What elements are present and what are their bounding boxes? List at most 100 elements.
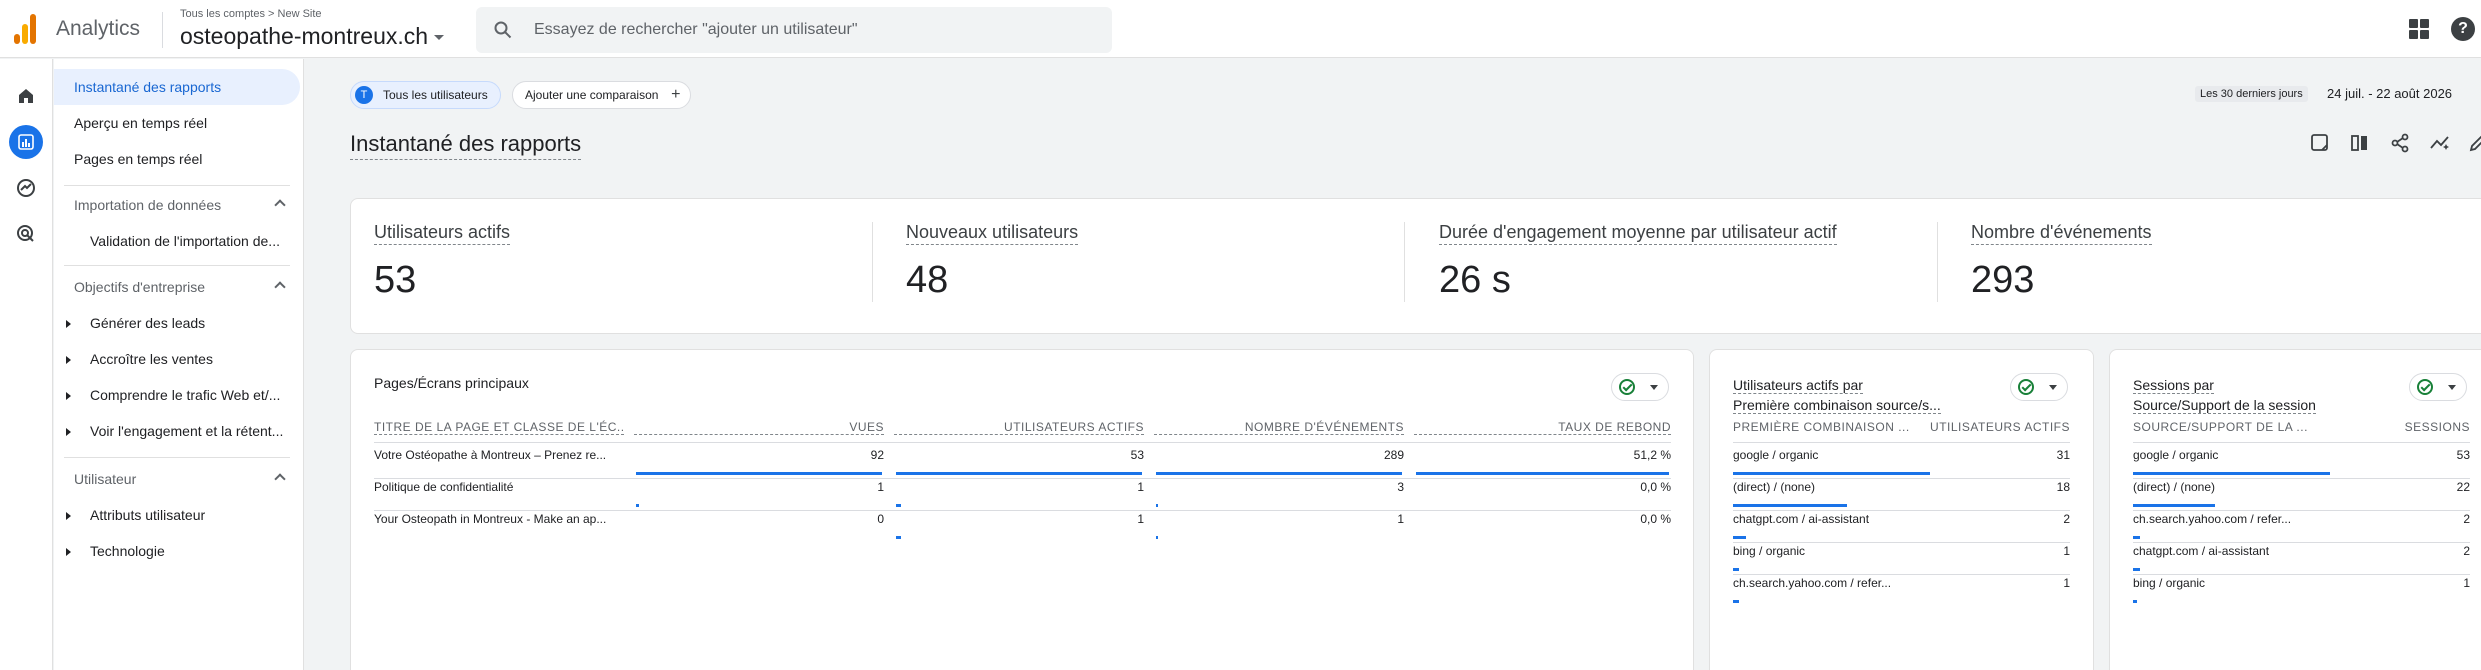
table-cell-source[interactable]: google / organic [1733,448,1913,462]
nav-section-business[interactable]: Objectifs d'entreprise [54,269,300,305]
kpi-new-users[interactable]: Nouveaux utilisateurs 48 [906,222,1079,302]
caret-down-icon [434,35,445,41]
column-header-active-users[interactable]: UTILISATEURS ACTIFS [1913,420,2070,434]
page-title: Instantané des rapports [350,131,582,160]
check-circle-icon [2018,379,2034,395]
divider [1733,542,2070,543]
table-cell-value: 92 [870,448,884,462]
table-cell-source[interactable]: google / organic [2133,448,2313,462]
value-bar [896,536,901,539]
table-cell-source[interactable]: ch.search.yahoo.com / refer... [2133,512,2313,526]
nav-label: Attributs utilisateur [90,507,206,523]
divider [64,457,290,458]
app-name: Analytics [56,17,141,40]
card-title-line: Utilisateurs actifs par [1733,377,1863,394]
date-preset-label[interactable]: Les 30 derniers jours [2195,86,2308,102]
nav-label: Accroître les ventes [90,351,213,367]
share-icon[interactable] [2389,132,2411,154]
column-header-active-users[interactable]: UTILISATEURS ACTIFS [894,420,1144,435]
table-cell-page-title[interactable]: Politique de confidentialité [374,480,624,494]
kpi-value: 53 [374,259,417,301]
search-input[interactable] [534,18,1094,42]
divider [2133,478,2470,479]
chevron-up-icon [274,473,286,485]
kpi-label: Utilisateurs actifs [374,222,511,245]
table-cell-source[interactable]: chatgpt.com / ai-assistant [2133,544,2313,558]
customize-report-icon[interactable] [2309,132,2331,154]
column-header-bounce-rate[interactable]: TAUX DE REBOND [1414,420,1671,435]
nav-section-import[interactable]: Importation de données [54,187,300,223]
kpi-card [350,198,2481,334]
kpi-active-users[interactable]: Utilisateurs actifs 53 [374,222,511,302]
table-cell-page-title[interactable]: Your Osteopath in Montreux - Make an ap.… [374,512,624,526]
card-title: Utilisateurs actifs par Première combinai… [1733,375,1941,415]
nav-reports-snapshot[interactable]: Instantané des rapports [54,69,300,105]
table-cell-value: 289 [1383,448,1404,462]
nav-realtime-pages[interactable]: Pages en temps réel [54,141,300,177]
expand-arrow-icon [66,512,71,520]
nav-user-attributes[interactable]: Attributs utilisateur [54,497,300,533]
edit-icon[interactable] [2467,132,2481,154]
value-bar [1156,472,1402,475]
explore-icon[interactable] [9,171,43,205]
date-range-selector[interactable]: 24 juil. - 22 août 2026 [2327,86,2452,101]
all-users-chip[interactable]: T Tous les utilisateurs [350,81,501,109]
compare-icon[interactable] [2349,132,2371,154]
divider [872,222,873,302]
table-cell-source[interactable]: (direct) / (none) [1733,480,1913,494]
reports-icon[interactable] [9,125,43,159]
table-cell-value: 31 [2056,448,2070,462]
add-comparison-button[interactable]: Ajouter une comparaison + [512,81,692,109]
column-header-page-title[interactable]: TITRE DE LA PAGE ET CLASSE DE L'ÉC... [374,420,624,435]
data-quality-chip[interactable] [2010,373,2068,401]
account-breadcrumb[interactable]: Tous les comptes > New Site [180,8,322,20]
column-header-event-count[interactable]: NOMBRE D'ÉVÉNEMENTS [1154,420,1404,435]
nav-realtime-overview[interactable]: Aperçu en temps réel [54,105,300,141]
nav-label: Générer des leads [90,315,206,331]
table-cell-source[interactable]: bing / organic [2133,576,2313,590]
table-cell-value: 0,0 % [1640,480,1671,494]
home-icon[interactable] [9,79,43,113]
nav-generate-leads[interactable]: Générer des leads [54,305,300,341]
card-title-line: Source/Support de la session [2133,397,2316,414]
advertising-icon[interactable] [9,217,43,251]
expand-arrow-icon [66,356,71,364]
kpi-label: Durée d'engagement moyenne par utilisate… [1439,222,1837,245]
kpi-event-count[interactable]: Nombre d'événements 293 [1971,222,2152,302]
help-icon[interactable]: ? [2451,17,2475,41]
search-bar[interactable] [476,7,1112,53]
value-bar [2133,568,2140,571]
table-cell-source[interactable]: (direct) / (none) [2133,480,2313,494]
property-selector[interactable]: osteopathe-montreux.ch [180,23,445,50]
nav-import-validation[interactable]: Validation de l'importation de... [54,223,300,259]
column-header-session-source[interactable]: SOURCE/SUPPORT DE LA ... [2133,420,2313,434]
column-header-sessions[interactable]: SESSIONS [2313,420,2470,434]
expand-arrow-icon [66,428,71,436]
divider [2133,542,2470,543]
value-bar [2133,536,2140,539]
table-cell-source[interactable]: chatgpt.com / ai-assistant [1733,512,1913,526]
value-bar [1733,568,1739,571]
insights-icon[interactable] [2429,132,2451,154]
nav-understand-traffic[interactable]: Comprendre le trafic Web et/... [54,377,300,413]
analytics-logo[interactable] [14,14,36,44]
table-cell-value: 1 [1397,512,1404,526]
nav-increase-sales[interactable]: Accroître les ventes [54,341,300,377]
table-cell-value: 1 [877,480,884,494]
nav-label: Voir l'engagement et la rétent... [90,423,284,439]
nav-technology[interactable]: Technologie [54,533,300,569]
nav-engagement-retention[interactable]: Voir l'engagement et la rétent... [54,413,300,449]
kpi-avg-engagement[interactable]: Durée d'engagement moyenne par utilisate… [1439,222,1837,302]
column-header-views[interactable]: VUES [634,420,884,435]
data-quality-chip[interactable] [1611,373,1669,401]
table-cell-page-title[interactable]: Votre Ostéopathe à Montreux – Prenez re.… [374,448,624,462]
table-cell-source[interactable]: bing / organic [1733,544,1913,558]
column-header-first-source[interactable]: PREMIÈRE COMBINAISON ... [1733,420,1913,434]
value-bar [1733,472,1930,475]
table-cell-value: 2 [2063,512,2070,526]
nav-label: Comprendre le trafic Web et/... [90,387,281,403]
nav-section-user[interactable]: Utilisateur [54,461,300,497]
apps-grid-icon[interactable] [2409,19,2429,39]
data-quality-chip[interactable] [2409,373,2467,401]
table-cell-source[interactable]: ch.search.yahoo.com / refer... [1733,576,1913,590]
